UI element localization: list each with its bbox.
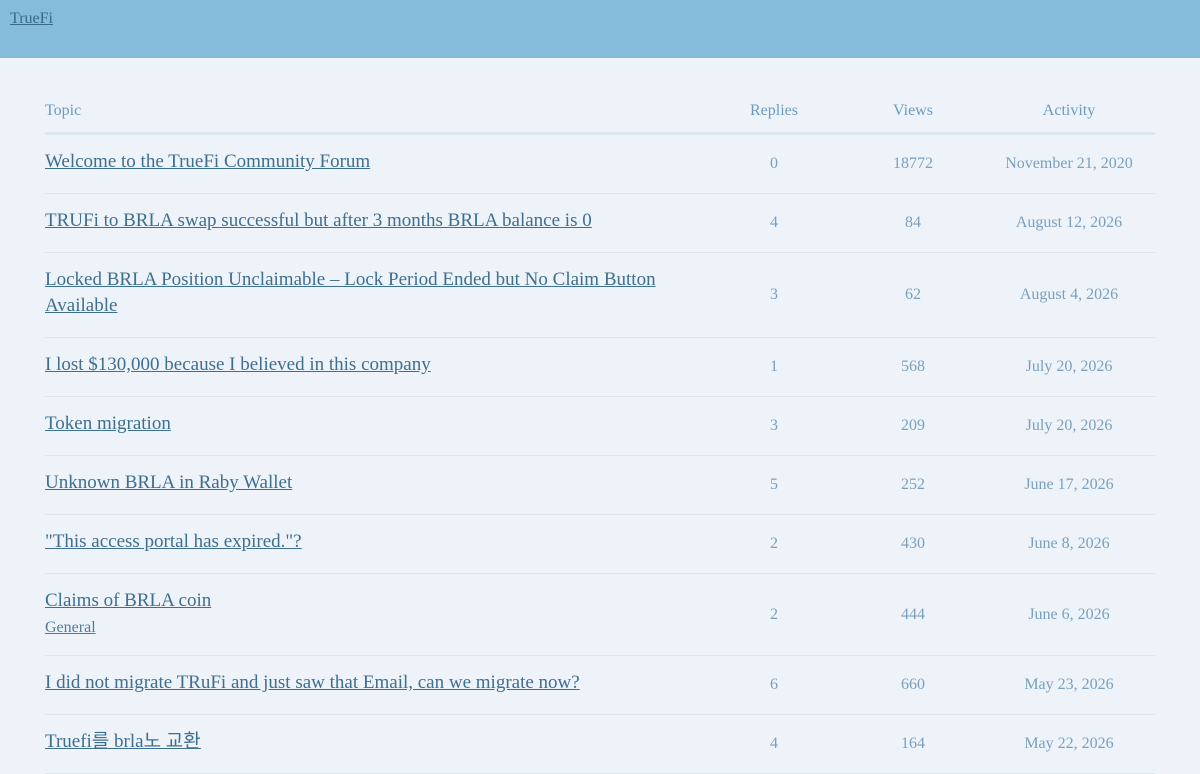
activity-date[interactable]: August 4, 2026 [983, 252, 1155, 338]
views-count: 660 [843, 655, 983, 715]
topic-title-link[interactable]: Claims of BRLA coin [45, 588, 665, 614]
replies-count: 5 [705, 455, 843, 515]
replies-count: 2 [705, 514, 843, 574]
topic-row: Claims of BRLA coin General 2 444 June 6, 20… [45, 573, 1155, 656]
site-header: TrueFi [0, 0, 1200, 58]
topic-row: I lost $130,000 because I believed in th… [45, 337, 1155, 397]
topic-title-link[interactable]: Truefi를 brla노 교환 [45, 729, 665, 755]
activity-date[interactable]: May 22, 2026 [983, 714, 1155, 774]
replies-count: 4 [705, 193, 843, 253]
column-header-views[interactable]: Views [843, 90, 983, 135]
column-header-replies[interactable]: Replies [705, 90, 843, 135]
activity-date[interactable]: November 21, 2020 [983, 133, 1155, 194]
topic-row: I did not migrate TRuFi and just saw tha… [45, 655, 1155, 715]
topic-cell: I did not migrate TRuFi and just saw tha… [45, 655, 705, 715]
topic-title-link[interactable]: I lost $130,000 because I believed in th… [45, 352, 665, 378]
replies-count: 3 [705, 396, 843, 456]
activity-date[interactable]: August 12, 2026 [983, 193, 1155, 253]
views-count: 209 [843, 396, 983, 456]
site-home-link[interactable]: TrueFi [10, 10, 53, 28]
views-count: 164 [843, 714, 983, 774]
topic-row: Welcome to the TrueFi Community Forum 0 18… [45, 133, 1155, 194]
topic-row: Locked BRLA Position Unclaimable – Lock … [45, 252, 1155, 338]
topic-cell: I lost $130,000 because I believed in th… [45, 337, 705, 397]
activity-date[interactable]: June 17, 2026 [983, 455, 1155, 515]
views-count: 568 [843, 337, 983, 397]
activity-date[interactable]: July 20, 2026 [983, 337, 1155, 397]
activity-date[interactable]: July 20, 2026 [983, 396, 1155, 456]
topic-cell: Claims of BRLA coin General [45, 573, 705, 656]
views-count: 430 [843, 514, 983, 574]
topic-row: Truefi를 brla노 교환 4 164 May 22, 2026 [45, 714, 1155, 774]
topic-cell: Welcome to the TrueFi Community Forum [45, 133, 705, 194]
topic-title-link[interactable]: "This access portal has expired."? [45, 529, 665, 555]
topic-cell: TRUFi to BRLA swap successful but after … [45, 193, 705, 253]
views-count: 444 [843, 573, 983, 656]
replies-count: 6 [705, 655, 843, 715]
views-count: 62 [843, 252, 983, 338]
views-count: 252 [843, 455, 983, 515]
topic-row: Token migration 3 209 July 20, 2026 [45, 396, 1155, 456]
topic-title-link[interactable]: Locked BRLA Position Unclaimable – Lock … [45, 267, 665, 319]
topic-row: "This access portal has expired."? 2 430 Ju… [45, 514, 1155, 574]
topic-title-link[interactable]: Unknown BRLA in Raby Wallet [45, 470, 665, 496]
topic-category-link[interactable]: General [45, 619, 705, 637]
views-count: 18772 [843, 133, 983, 194]
activity-date[interactable]: June 8, 2026 [983, 514, 1155, 574]
replies-count: 4 [705, 714, 843, 774]
topic-row: TRUFi to BRLA swap successful but after … [45, 193, 1155, 253]
activity-date[interactable]: May 23, 2026 [983, 655, 1155, 715]
topic-cell: Unknown BRLA in Raby Wallet [45, 455, 705, 515]
topic-list-body: Welcome to the TrueFi Community Forum 0 18… [45, 133, 1155, 774]
column-header-activity[interactable]: Activity [983, 90, 1155, 135]
topic-title-link[interactable]: Welcome to the TrueFi Community Forum [45, 149, 665, 175]
topic-title-link[interactable]: I did not migrate TRuFi and just saw tha… [45, 670, 665, 696]
replies-count: 0 [705, 133, 843, 194]
replies-count: 2 [705, 573, 843, 656]
topic-cell: Truefi를 brla노 교환 [45, 714, 705, 774]
topic-list-table: Topic Replies Views Activity Welcome to … [45, 90, 1155, 774]
topic-row: Unknown BRLA in Raby Wallet 5 252 June 17, … [45, 455, 1155, 515]
topic-cell: Token migration [45, 396, 705, 456]
column-header-topic[interactable]: Topic [45, 90, 705, 135]
topic-title-link[interactable]: TRUFi to BRLA swap successful but after … [45, 208, 665, 234]
topic-cell: "This access portal has expired."? [45, 514, 705, 574]
views-count: 84 [843, 193, 983, 253]
topic-title-link[interactable]: Token migration [45, 411, 665, 437]
topic-cell: Locked BRLA Position Unclaimable – Lock … [45, 252, 705, 338]
activity-date[interactable]: June 6, 2026 [983, 573, 1155, 656]
replies-count: 1 [705, 337, 843, 397]
replies-count: 3 [705, 252, 843, 338]
topic-list-header-row: Topic Replies Views Activity [45, 90, 1155, 135]
